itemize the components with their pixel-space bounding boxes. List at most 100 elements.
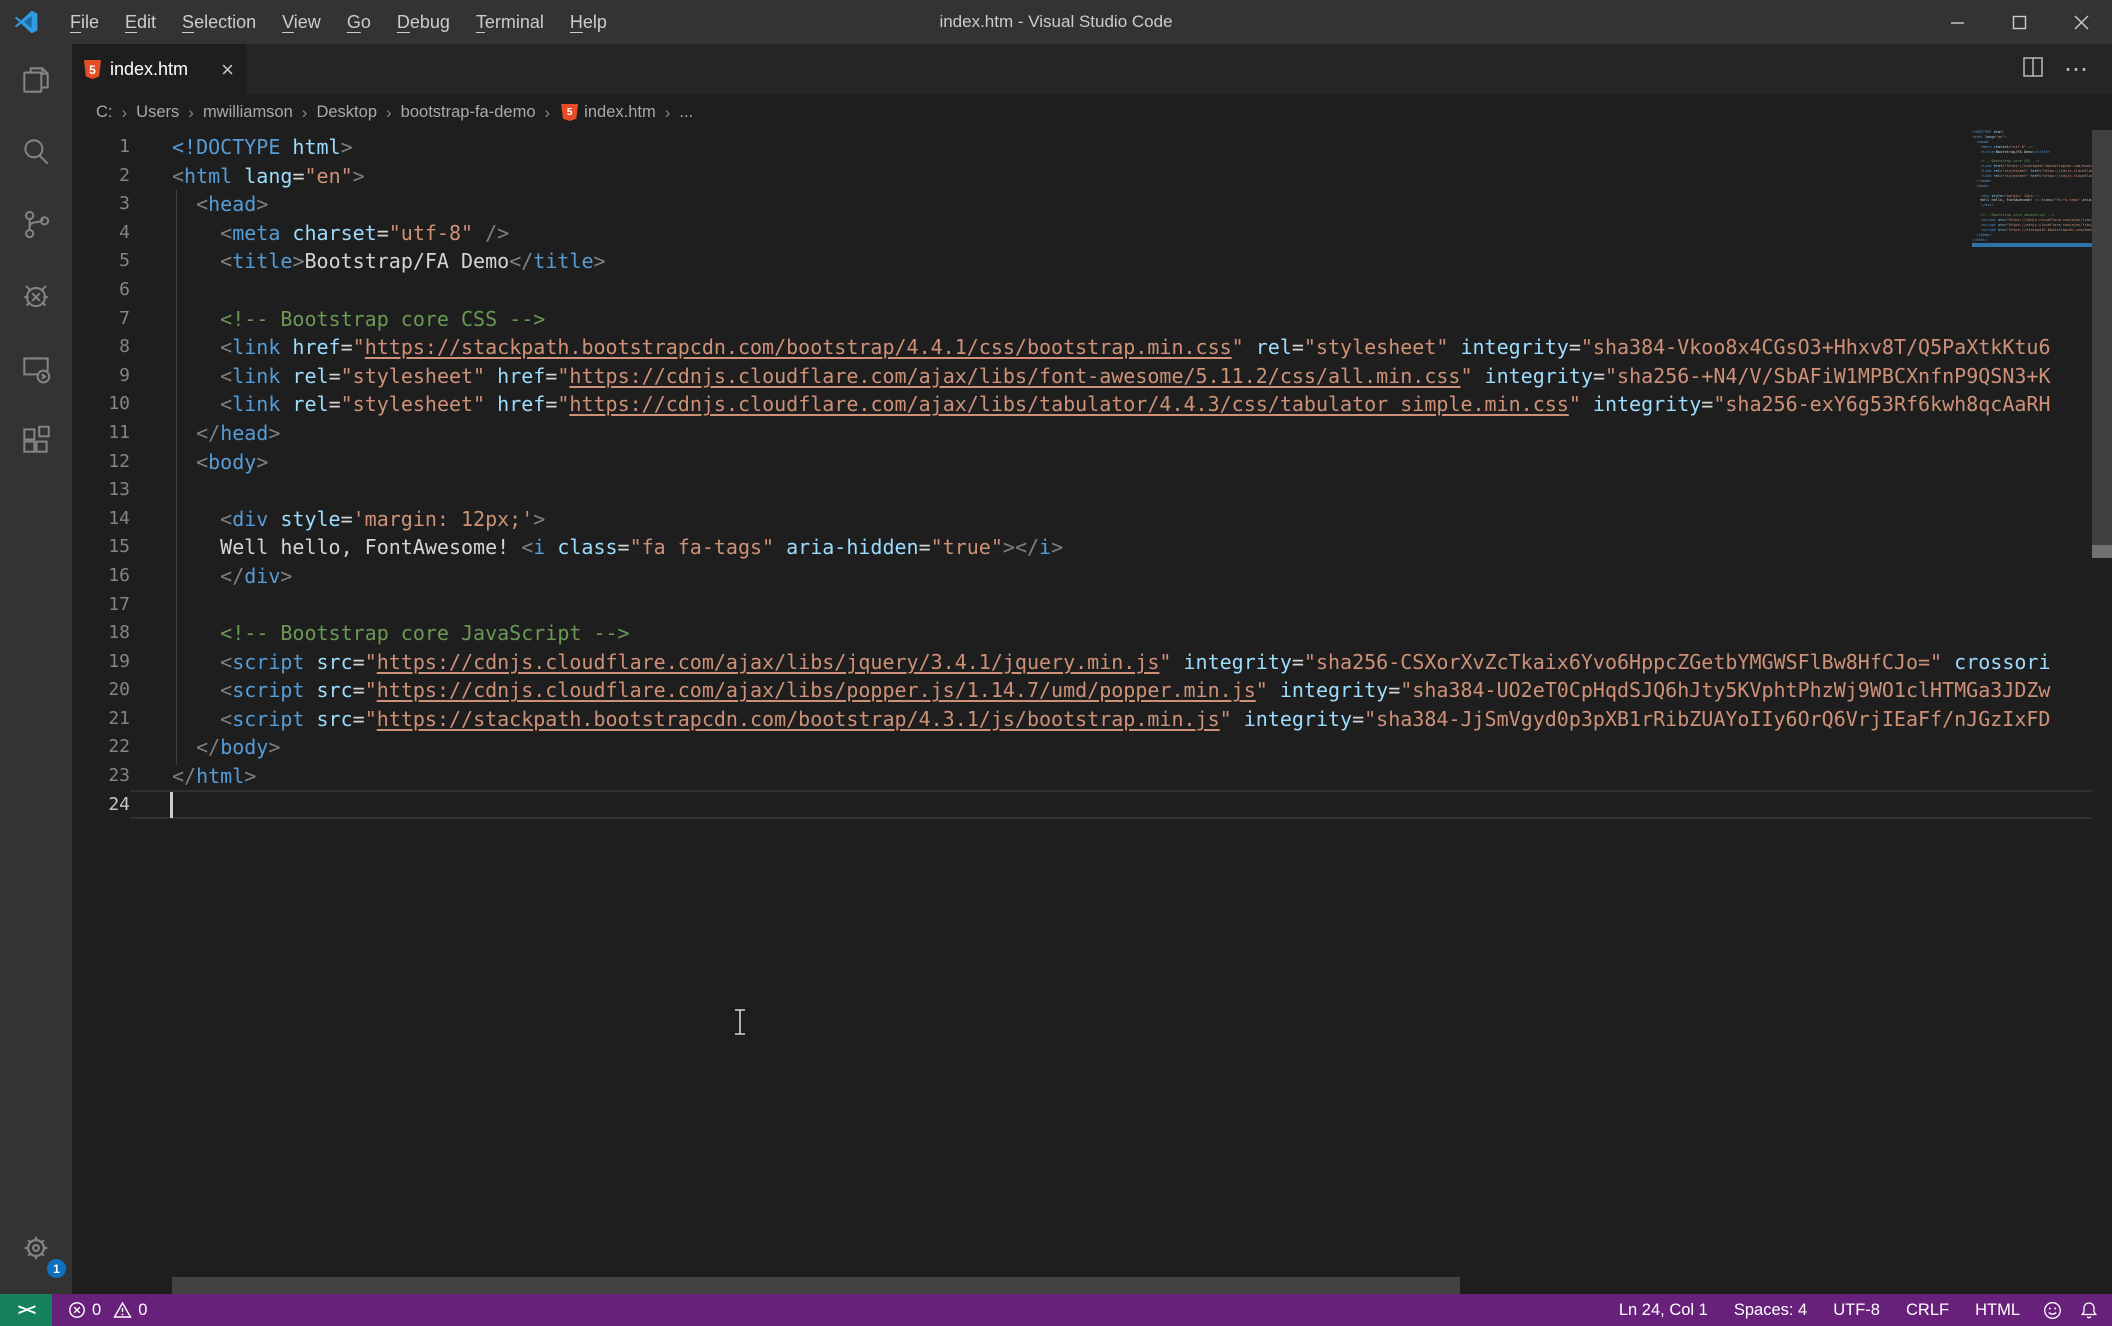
line-content: </body>	[130, 733, 2112, 762]
extensions-icon[interactable]	[0, 404, 72, 476]
line-number[interactable]: 8	[72, 333, 130, 362]
menu-go[interactable]: Go	[334, 0, 384, 44]
breadcrumb-segment[interactable]: Users	[134, 103, 181, 122]
menu-file[interactable]: File	[57, 0, 112, 44]
line-number[interactable]: 6	[72, 276, 130, 305]
status-eol[interactable]: CRLF	[1893, 1301, 1962, 1320]
line-number[interactable]: 20	[72, 676, 130, 705]
breadcrumb-separator: ›	[115, 103, 135, 123]
line-number[interactable]: 22	[72, 733, 130, 762]
code-line[interactable]: 6	[72, 276, 2112, 305]
code-line[interactable]: 17	[72, 591, 2112, 620]
status-indentation[interactable]: Spaces: 4	[1721, 1301, 1820, 1320]
code-line[interactable]: 18 <!-- Bootstrap core JavaScript -->	[72, 619, 2112, 648]
code-line[interactable]: 8 <link href="https://stackpath.bootstra…	[72, 333, 2112, 362]
line-number[interactable]: 21	[72, 705, 130, 734]
tab-index-htm[interactable]: 5 index.htm ×	[72, 44, 246, 95]
line-number[interactable]: 4	[72, 219, 130, 248]
code-line[interactable]: 4 <meta charset="utf-8" />	[72, 219, 2112, 248]
menu-debug[interactable]: Debug	[384, 0, 463, 44]
menu-edit[interactable]: Edit	[112, 0, 169, 44]
code-line[interactable]: 21 <script src="https://stackpath.bootst…	[72, 705, 2112, 734]
line-content: <script src="https://cdnjs.cloudflare.co…	[130, 648, 2112, 677]
code-line[interactable]: 1<!DOCTYPE html>	[72, 133, 2112, 162]
code-line[interactable]: 5 <title>Bootstrap/FA Demo</title>	[72, 247, 2112, 276]
line-number[interactable]: 2	[72, 162, 130, 191]
code-line[interactable]: 24	[72, 791, 2112, 820]
code-editor[interactable]: 1<!DOCTYPE html>2<html lang="en">3 <head…	[72, 130, 2112, 1294]
menu-terminal[interactable]: Terminal	[463, 0, 557, 44]
minimize-button[interactable]	[1926, 0, 1988, 44]
debug-icon[interactable]	[0, 260, 72, 332]
code-line[interactable]: 7 <!-- Bootstrap core CSS -->	[72, 305, 2112, 334]
menu-selection[interactable]: Selection	[169, 0, 269, 44]
line-number[interactable]: 15	[72, 533, 130, 562]
minimap[interactable]: <!DOCTYPE html><html lang="en"> <head> <…	[1972, 130, 2092, 247]
line-number[interactable]: 9	[72, 362, 130, 391]
code-line[interactable]: 20 <script src="https://cdnjs.cloudflare…	[72, 676, 2112, 705]
code-line[interactable]: 14 <div style='margin: 12px;'>	[72, 505, 2112, 534]
line-number[interactable]: 16	[72, 562, 130, 591]
line-number[interactable]: 19	[72, 648, 130, 677]
code-line[interactable]: 9 <link rel="stylesheet" href="https://c…	[72, 362, 2112, 391]
line-content	[130, 276, 2112, 305]
horizontal-scrollbar[interactable]	[172, 1277, 1460, 1294]
line-number[interactable]: 17	[72, 591, 130, 620]
line-number[interactable]: 7	[72, 305, 130, 334]
vertical-scrollbar[interactable]	[2092, 130, 2112, 545]
maximize-button[interactable]	[1988, 0, 2050, 44]
menu-view[interactable]: View	[269, 0, 334, 44]
code-line[interactable]: 11 </head>	[72, 419, 2112, 448]
menu-help[interactable]: Help	[557, 0, 620, 44]
search-icon[interactable]	[0, 116, 72, 188]
code-line[interactable]: 15 Well hello, FontAwesome! <i class="fa…	[72, 533, 2112, 562]
more-actions-icon[interactable]: ⋯	[2064, 55, 2090, 84]
code-line[interactable]: 13	[72, 476, 2112, 505]
line-number[interactable]: 24	[72, 791, 130, 820]
status-encoding[interactable]: UTF-8	[1820, 1301, 1893, 1320]
line-number[interactable]: 13	[72, 476, 130, 505]
feedback-smiley-icon[interactable]	[2043, 1301, 2080, 1320]
line-number[interactable]: 14	[72, 505, 130, 534]
problems-status[interactable]: 0 0	[68, 1301, 147, 1320]
line-number[interactable]: 10	[72, 390, 130, 419]
line-number[interactable]: 18	[72, 619, 130, 648]
settings-gear-icon[interactable]: 1	[0, 1212, 72, 1284]
line-number[interactable]: 3	[72, 190, 130, 219]
line-content: <meta charset="utf-8" />	[130, 219, 2112, 248]
line-number[interactable]: 12	[72, 448, 130, 477]
notifications-bell-icon[interactable]	[2080, 1301, 2112, 1320]
code-line[interactable]: 16 </div>	[72, 562, 2112, 591]
line-number[interactable]: 5	[72, 247, 130, 276]
code-line[interactable]: 12 <body>	[72, 448, 2112, 477]
line-content: <head>	[130, 190, 2112, 219]
status-language-mode[interactable]: HTML	[1962, 1301, 2033, 1320]
breadcrumb-more[interactable]: ...	[677, 103, 695, 122]
breadcrumb-separator: ›	[181, 103, 201, 123]
code-line[interactable]: 3 <head>	[72, 190, 2112, 219]
line-content	[130, 591, 2112, 620]
breadcrumb-file[interactable]: index.htm	[582, 103, 658, 122]
breadcrumb-segment[interactable]: bootstrap-fa-demo	[399, 103, 538, 122]
line-number[interactable]: 1	[72, 133, 130, 162]
line-number[interactable]: 23	[72, 762, 130, 791]
remote-indicator[interactable]: ><	[0, 1294, 52, 1326]
source-control-icon[interactable]	[0, 188, 72, 260]
vertical-scrollbar-end[interactable]	[2092, 545, 2112, 558]
explorer-icon[interactable]	[0, 44, 72, 116]
breadcrumb-segment[interactable]: Desktop	[314, 103, 379, 122]
code-line[interactable]: 2<html lang="en">	[72, 162, 2112, 191]
tab-close-icon[interactable]: ×	[221, 59, 234, 81]
breadcrumb-segment[interactable]: C:	[94, 103, 115, 122]
split-editor-icon[interactable]	[2022, 56, 2044, 83]
line-number[interactable]: 11	[72, 419, 130, 448]
status-cursor-position[interactable]: Ln 24, Col 1	[1606, 1301, 1721, 1320]
breadcrumb-segment[interactable]: mwilliamson	[201, 103, 295, 122]
remote-explorer-icon[interactable]	[0, 332, 72, 404]
code-line[interactable]: 19 <script src="https://cdnjs.cloudflare…	[72, 648, 2112, 677]
close-button[interactable]	[2050, 0, 2112, 44]
code-line[interactable]: 10 <link rel="stylesheet" href="https://…	[72, 390, 2112, 419]
code-line[interactable]: 23</html>	[72, 762, 2112, 791]
code-line[interactable]: 22 </body>	[72, 733, 2112, 762]
vscode-window: FileEditSelectionViewGoDebugTerminalHelp…	[0, 0, 2112, 1326]
